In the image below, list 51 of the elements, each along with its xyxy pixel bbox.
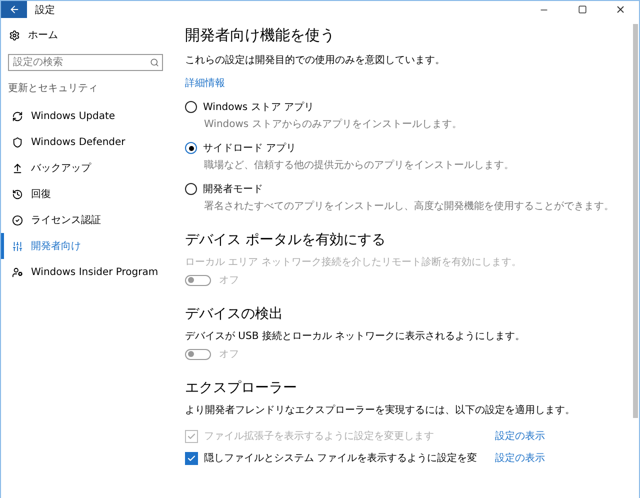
checkbox-label: 隠しファイルとシステム ファイルを表示するように設定を変 xyxy=(204,452,478,465)
shield-icon xyxy=(12,136,23,148)
description: より開発者フレンドリなエクスプローラーを実現するには、以下の設定を適用します。 xyxy=(185,404,576,417)
checkbox-label: ファイル拡張子を表示するように設定を変更します xyxy=(204,430,435,443)
sidebar-item[interactable]: バックアップ xyxy=(1,155,171,181)
sidebar-item[interactable]: Windows Defender xyxy=(1,129,171,155)
radio-button[interactable] xyxy=(185,101,197,113)
window-title: 設定 xyxy=(35,4,56,16)
description: デバイスが USB 接続とローカル ネットワークに表示されるようにします。 xyxy=(185,330,526,343)
page-title: 開発者向け機能を使う xyxy=(185,26,336,45)
check-icon xyxy=(187,454,196,462)
close-icon xyxy=(614,4,626,15)
history-icon xyxy=(12,188,23,200)
back-arrow-icon xyxy=(8,4,20,15)
toggle-state: オフ xyxy=(219,348,239,361)
radio-label: Windows ストア アプリ xyxy=(203,100,314,114)
user-gear-icon xyxy=(12,266,23,278)
checkbox[interactable] xyxy=(185,452,198,464)
home-link[interactable]: ホーム xyxy=(1,24,171,46)
search-icon xyxy=(150,58,159,67)
section-title: エクスプローラー xyxy=(185,379,298,397)
option-description: 職場など、信頼する他の提供元からのアプリをインストールします。 xyxy=(204,158,515,172)
refresh-icon xyxy=(12,110,23,122)
toggle-state: オフ xyxy=(219,274,239,287)
back-button[interactable] xyxy=(1,1,27,18)
option-description: 署名されたすべてのアプリをインストールし、高度な開発機能を使用することができます。 xyxy=(204,200,615,213)
description: これらの設定は開発目的での使用のみを意図しています。 xyxy=(185,54,446,67)
section-heading: 更新とセキュリティ xyxy=(7,82,99,95)
show-settings-link[interactable]: 設定の表示 xyxy=(495,451,545,465)
gear-icon xyxy=(9,30,20,40)
sliders-icon xyxy=(12,240,23,252)
radio-label: 開発者モード xyxy=(203,182,263,196)
sidebar-item[interactable]: Windows Update xyxy=(1,103,171,129)
sidebar-item[interactable]: 回復 xyxy=(1,181,171,207)
radio-label: サイドロード アプリ xyxy=(203,142,296,155)
upload-icon xyxy=(12,162,23,174)
search-field[interactable]: 設定の検索 xyxy=(8,54,163,71)
details-link[interactable]: 詳細情報 xyxy=(185,78,225,89)
sidebar-item[interactable]: ライセンス認証 xyxy=(1,207,171,233)
check-circle-icon xyxy=(12,214,23,226)
section-title: デバイスの検出 xyxy=(185,305,284,323)
maximize-icon xyxy=(578,5,586,14)
check-icon xyxy=(187,432,196,440)
sidebar-item[interactable]: 開発者向け xyxy=(1,233,171,259)
description: ローカル エリア ネットワーク接続を介したリモート診断を有効にします。 xyxy=(185,256,522,269)
radio-button[interactable] xyxy=(185,183,197,195)
option-description: Windows ストアからのみアプリをインストールします。 xyxy=(204,118,463,131)
section-title: デバイス ポータルを有効にする xyxy=(185,231,386,249)
sidebar-item[interactable]: Windows Insider Program xyxy=(1,259,171,285)
radio-button[interactable] xyxy=(185,142,197,154)
toggle-switch[interactable] xyxy=(185,348,211,360)
